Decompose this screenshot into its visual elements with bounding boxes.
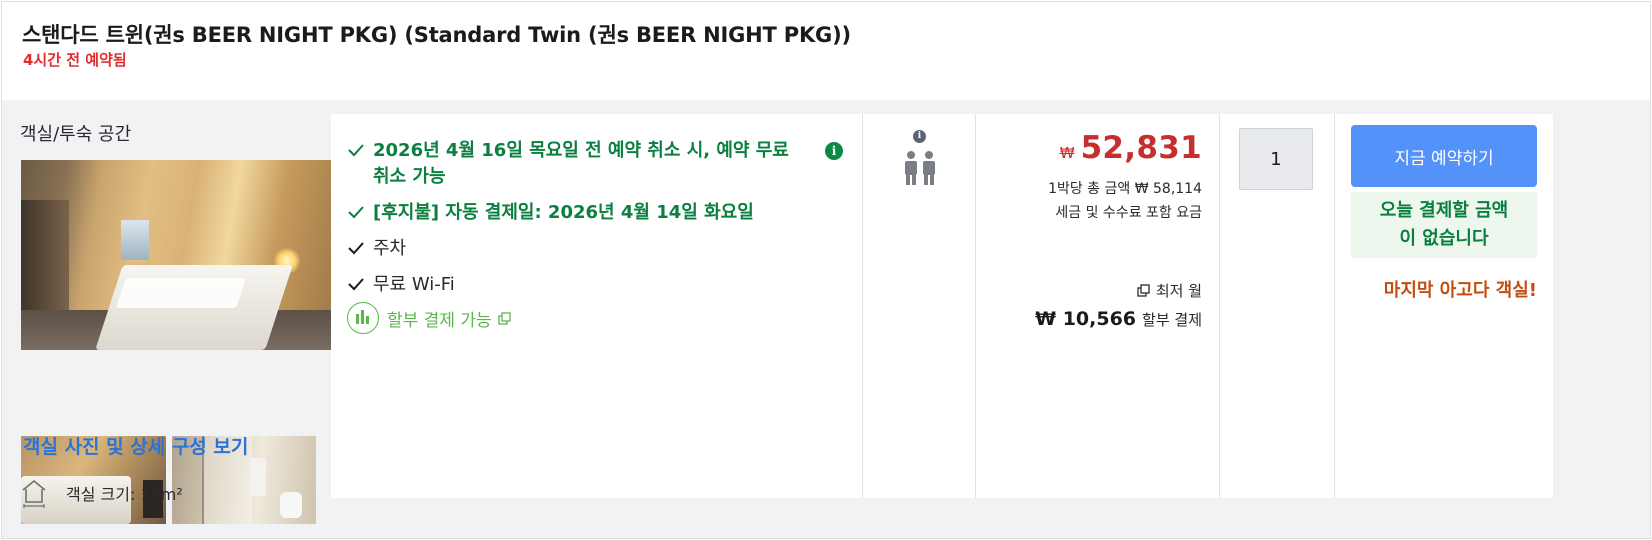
benefits-list: 2026년 4월 16일 목요일 전 예약 취소 시, 예약 무료 취소 가능 … (347, 138, 847, 308)
installment-price: ₩ 10,566 할부 결제 (1035, 308, 1202, 330)
two-people-icon (905, 151, 935, 185)
installment-available[interactable]: 할부 결제 가능 (347, 302, 517, 334)
benefit-text: 주차 (373, 238, 407, 259)
photo-towel (250, 458, 266, 496)
min-monthly-row[interactable]: 최저 월 (1137, 280, 1202, 301)
check-icon (348, 144, 364, 157)
room-gallery-column: 객실/투숙 공간 객실 사진 및 상세 구성 보기 객실 크기: 19m² (2, 100, 347, 538)
price-amount: 52,831 (1080, 130, 1202, 166)
installment-amount: ₩ 10,566 (1035, 308, 1137, 330)
divider (862, 114, 863, 498)
room-size-row: 객실 크기: 19m² (20, 478, 183, 508)
view-room-details-link[interactable]: 객실 사진 및 상세 구성 보기 (23, 432, 248, 459)
occupancy-column: i (864, 114, 975, 498)
space-label: 객실/투숙 공간 (20, 124, 132, 145)
benefit-item: 주차 (347, 236, 847, 262)
room-title: 스탠다드 트윈(권s BEER NIGHT PKG) (Standard Twi… (22, 23, 851, 47)
price-currency: ₩ (1059, 144, 1075, 162)
benefit-item: 2026년 4월 16일 목요일 전 예약 취소 시, 예약 무료 취소 가능 (347, 138, 807, 190)
price-display: ₩ 52,831 (1060, 130, 1202, 166)
check-icon (348, 206, 364, 219)
min-monthly-label: 최저 월 (1155, 282, 1202, 300)
benefit-text: 2026년 4월 16일 목요일 전 예약 취소 시, 예약 무료 취소 가능 (373, 140, 789, 187)
recently-booked-badge: 4시간 전 예약됨 (23, 51, 127, 69)
quantity-column: 1 (1220, 114, 1334, 498)
room-offer-frame: 스탠다드 트윈(권s BEER NIGHT PKG) (Standard Twi… (1, 1, 1651, 539)
room-header: 스탠다드 트윈(권s BEER NIGHT PKG) (Standard Twi… (2, 2, 1650, 100)
pay-today-note: 오늘 결제할 금액 이 없습니다 (1351, 192, 1537, 258)
external-link-icon (498, 311, 511, 325)
offer-card: 2026년 4월 16일 목요일 전 예약 취소 시, 예약 무료 취소 가능 … (331, 114, 1553, 498)
booking-column: 지금 예약하기 오늘 결제할 금액 이 없습니다 마지막 아고다 객실! (1335, 114, 1553, 498)
photo-toilet (280, 492, 302, 518)
room-size-text: 객실 크기: 19m² (66, 485, 183, 504)
occupancy-info-icon[interactable]: i (913, 130, 926, 143)
price-column: ₩ 52,831 1박당 총 금액 ₩ 58,114 세금 및 수수료 포함 요… (976, 114, 1219, 498)
book-now-button[interactable]: 지금 예약하기 (1351, 125, 1537, 187)
benefit-text: [후지불] 자동 결제일: 2026년 4월 14일 화요일 (373, 202, 754, 223)
room-photo-main[interactable] (21, 160, 333, 350)
room-quantity-select[interactable]: 1 (1239, 128, 1313, 190)
check-icon (348, 242, 364, 255)
installment-price-label: 할부 결제 (1142, 311, 1202, 329)
per-night-total: 1박당 총 금액 ₩ 58,114 (1048, 181, 1202, 197)
benefit-item: 무료 Wi-Fi (347, 272, 847, 298)
pay-today-text: 오늘 결제할 금액 이 없습니다 (1379, 200, 1509, 249)
last-room-alert: 마지막 아고다 객실! (1383, 280, 1537, 301)
photo-bed-linen (116, 278, 246, 308)
tax-note: 세금 및 수수료 포함 요금 (1055, 205, 1202, 221)
check-icon (348, 278, 364, 291)
info-icon[interactable]: i (825, 142, 843, 160)
benefit-item: [후지불] 자동 결제일: 2026년 4월 14일 화요일 (347, 200, 847, 226)
installment-label: 할부 결제 가능 (387, 310, 492, 331)
room-size-icon (22, 479, 46, 508)
external-link-icon (1137, 284, 1150, 297)
photo-window (121, 220, 149, 260)
benefit-text: 무료 Wi-Fi (373, 274, 455, 295)
installment-icon (347, 302, 379, 334)
